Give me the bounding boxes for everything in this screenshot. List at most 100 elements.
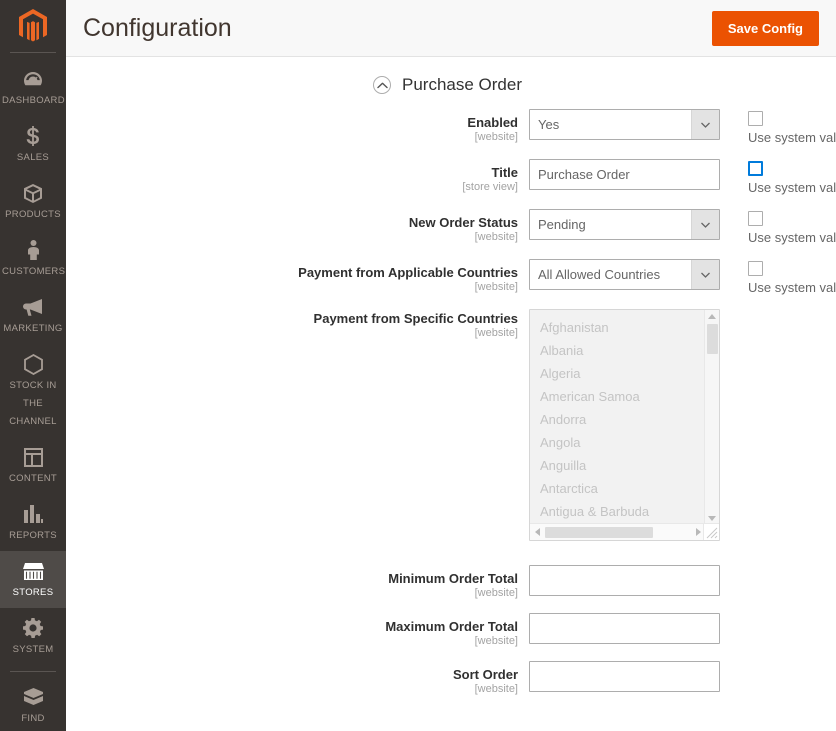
sidebar-item-label: MARKETING <box>3 323 63 334</box>
resize-handle-icon[interactable] <box>703 523 719 540</box>
field-control-title <box>529 159 720 190</box>
use-system-value-checkbox[interactable] <box>748 161 763 176</box>
list-item[interactable]: Antarctica <box>530 477 705 500</box>
horizontal-scroll-track[interactable] <box>544 524 691 540</box>
sidebar-item-content[interactable]: CONTENT <box>0 437 66 494</box>
dollar-icon <box>2 125 64 147</box>
list-item[interactable]: Antigua & Barbuda <box>530 500 705 523</box>
payment-applicable-countries-select[interactable]: All Allowed Countries <box>529 259 720 290</box>
field-control-maximum-order-total <box>529 613 720 644</box>
vertical-scroll-thumb[interactable] <box>707 324 718 354</box>
field-control-enabled: Yes <box>529 109 720 140</box>
minimum-order-total-input[interactable] <box>529 565 720 596</box>
field-label-sort-order: Sort Order [website] <box>66 661 529 696</box>
field-scope-text: [website] <box>474 327 518 339</box>
field-label-text: Sort Order <box>452 667 518 682</box>
field-extra-minimum-order-total <box>720 565 836 567</box>
list-item[interactable]: Algeria <box>530 362 705 385</box>
field-label-text: Minimum Order Total <box>388 571 518 586</box>
use-system-value-new-order-status: Use system value <box>748 211 836 246</box>
title-input[interactable] <box>529 159 720 190</box>
field-control-payment-specific-countries: Afghanistan Albania Algeria American Sam… <box>529 309 720 541</box>
field-extra-title: Use system value <box>720 159 836 196</box>
sidebar-item-label: PRODUCTS <box>5 209 61 220</box>
box-icon <box>2 182 64 204</box>
layout-icon <box>2 446 64 468</box>
multiselect-vertical-scrollbar[interactable] <box>704 310 719 525</box>
field-extra-enabled: Use system value <box>720 109 836 146</box>
field-row-payment-applicable-countries: Payment from Applicable Countries [websi… <box>66 259 836 296</box>
megaphone-icon <box>2 296 64 318</box>
field-row-title: Title [store view] Use system value <box>66 159 836 196</box>
admin-page: DASHBOARD SALES PRODUCTS CUSTOMERS MARKE… <box>0 0 836 731</box>
field-label-new-order-status: New Order Status [website] <box>66 209 529 244</box>
sidebar-item-marketing[interactable]: MARKETING <box>0 287 66 344</box>
use-system-value-checkbox[interactable] <box>748 261 763 276</box>
maximum-order-total-input[interactable] <box>529 613 720 644</box>
sidebar-item-label: STOCK IN THE CHANNEL <box>9 380 57 427</box>
bar-chart-icon <box>2 503 64 525</box>
field-label-maximum-order-total: Maximum Order Total [website] <box>66 613 529 648</box>
field-control-payment-applicable-countries: All Allowed Countries <box>529 259 720 290</box>
chevron-up-circle-icon[interactable] <box>373 76 391 94</box>
sidebar-item-label: SALES <box>16 152 50 163</box>
magento-logo-icon <box>19 9 47 42</box>
chevron-down-icon <box>691 210 719 239</box>
sidebar-item-dashboard[interactable]: DASHBOARD <box>0 59 66 116</box>
scroll-up-arrow-icon[interactable] <box>705 310 719 323</box>
sidebar-item-reports[interactable]: REPORTS <box>0 494 66 551</box>
field-row-sort-order: Sort Order [website] <box>66 661 836 696</box>
magento-logo[interactable] <box>0 0 66 52</box>
package-icon <box>2 686 64 708</box>
field-scope-text: [website] <box>474 231 518 243</box>
section-header-purchase-order[interactable]: Purchase Order <box>373 57 836 109</box>
sidebar-item-system[interactable]: SYSTEM <box>0 608 66 665</box>
sidebar-item-customers[interactable]: CUSTOMERS <box>0 230 66 287</box>
payment-specific-countries-multiselect[interactable]: Afghanistan Albania Algeria American Sam… <box>529 309 720 541</box>
hexagon-icon <box>2 353 64 375</box>
field-label-text: Payment from Specific Countries <box>313 311 518 326</box>
list-item[interactable]: Angola <box>530 431 705 454</box>
sidebar-item-find-partners-extensions[interactable]: FIND PARTNERS & EXTENSIONS <box>0 677 66 731</box>
sidebar-item-stores[interactable]: STORES <box>0 551 66 608</box>
sidebar-item-sales[interactable]: SALES <box>0 116 66 173</box>
field-label-payment-applicable-countries: Payment from Applicable Countries [websi… <box>66 259 529 294</box>
field-scope-text: [website] <box>474 281 518 293</box>
field-scope-text: [website] <box>474 635 518 647</box>
multiselect-horizontal-scrollbar[interactable] <box>530 523 705 540</box>
field-extra-sort-order <box>720 661 836 663</box>
new-order-status-select-value: Pending <box>538 217 586 232</box>
sort-order-input[interactable] <box>529 661 720 692</box>
sidebar-divider <box>10 671 56 672</box>
list-item[interactable]: American Samoa <box>530 385 705 408</box>
new-order-status-select[interactable]: Pending <box>529 209 720 240</box>
field-label-payment-specific-countries: Payment from Specific Countries [website… <box>66 309 529 340</box>
sidebar-item-stock-in-the-channel[interactable]: STOCK IN THE CHANNEL <box>0 344 66 437</box>
field-label-enabled: Enabled [website] <box>66 109 529 144</box>
main-area: Configuration Save Config Purchase Order… <box>66 0 836 731</box>
sidebar-item-label: FIND PARTNERS & EXTENSIONS <box>21 713 45 724</box>
list-item[interactable]: Andorra <box>530 408 705 431</box>
scroll-left-arrow-icon[interactable] <box>530 524 544 540</box>
save-config-button[interactable]: Save Config <box>711 10 819 46</box>
admin-sidebar: DASHBOARD SALES PRODUCTS CUSTOMERS MARKE… <box>0 0 66 731</box>
country-option-list[interactable]: Afghanistan Albania Algeria American Sam… <box>530 310 705 525</box>
section-title: Purchase Order <box>402 75 522 94</box>
field-row-enabled: Enabled [website] Yes Use system value <box>66 109 836 146</box>
storefront-icon <box>2 560 64 582</box>
use-system-value-checkbox[interactable] <box>748 111 763 126</box>
enabled-select[interactable]: Yes <box>529 109 720 140</box>
field-label-text: Title <box>491 165 519 180</box>
horizontal-scroll-thumb[interactable] <box>545 527 653 538</box>
field-label-title: Title [store view] <box>66 159 529 194</box>
list-item[interactable]: Albania <box>530 339 705 362</box>
list-item[interactable]: Afghanistan <box>530 316 705 339</box>
field-row-minimum-order-total: Minimum Order Total [website] <box>66 565 836 600</box>
sidebar-item-label: REPORTS <box>9 530 57 541</box>
list-item[interactable]: Anguilla <box>530 454 705 477</box>
use-system-value-checkbox[interactable] <box>748 211 763 226</box>
field-scope-text: [website] <box>474 683 518 695</box>
use-system-value-enabled: Use system value <box>748 111 836 146</box>
sidebar-item-products[interactable]: PRODUCTS <box>0 173 66 230</box>
use-system-value-label: Use system value <box>748 130 836 145</box>
